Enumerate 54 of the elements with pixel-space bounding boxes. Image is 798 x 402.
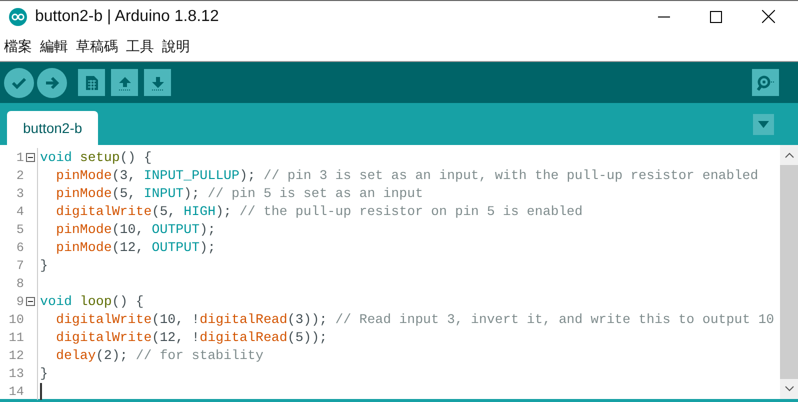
file-tab[interactable]: button2-b — [7, 111, 98, 145]
magnifier-icon — [756, 74, 776, 92]
arrow-right-icon — [44, 74, 60, 90]
code-line: digitalWrite(5, HIGH); // the pull-up resistor on pin 5 is enabled — [54, 204, 583, 218]
line-number: 4 — [15, 204, 24, 218]
line-number: 14 — [8, 384, 24, 398]
line-number: 2 — [15, 168, 24, 182]
code-line: digitalWrite(10, !digitalRead(3)); // Read input 3, invert it, and write this to output 10 — [54, 312, 774, 326]
line-number: 5 — [15, 222, 24, 236]
menu-item[interactable]: 檔案 — [4, 38, 32, 56]
window-title: button2-b | Arduino 1.8.12 — [35, 8, 220, 26]
scroll-up-icon[interactable] — [784, 152, 794, 158]
line-number: 6 — [15, 240, 24, 254]
line-number: 1 — [15, 150, 24, 164]
line-number: 7 — [15, 258, 24, 272]
code-line: } — [40, 366, 48, 380]
scroll-down-icon[interactable] — [784, 386, 794, 392]
save-button[interactable] — [144, 69, 171, 96]
tab-menu-button[interactable] — [753, 114, 774, 134]
menu-item[interactable]: 說明 — [162, 38, 190, 56]
code-line: pinMode(10, OUTPUT); — [54, 222, 216, 236]
menu-item[interactable]: 編輯 — [40, 38, 68, 56]
line-number: 13 — [8, 366, 24, 380]
code-line: pinMode(3, INPUT_PULLUP); // pin 3 is set as an input, with the pull-up resistor enabled — [54, 168, 758, 182]
close-icon — [762, 10, 774, 23]
document-icon — [84, 74, 98, 90]
verify-button[interactable] — [4, 68, 34, 98]
maximize-icon — [710, 10, 722, 22]
fold-icon[interactable] — [26, 152, 35, 162]
arrow-down-icon — [150, 74, 166, 90]
line-number: 3 — [15, 186, 24, 200]
menu-item[interactable]: 草稿碼 — [76, 38, 118, 56]
caret-down-icon — [758, 120, 769, 128]
code-line: digitalWrite(12, !digitalRead(5)); — [54, 330, 328, 344]
code-line: void loop() { — [40, 294, 144, 308]
code-line: } — [40, 258, 48, 272]
code-line: delay(2); // for stability — [54, 348, 264, 362]
line-number: 12 — [8, 348, 24, 362]
serial-monitor-button[interactable] — [752, 69, 779, 96]
line-number: 10 — [8, 312, 24, 326]
scrollbar[interactable] — [780, 145, 798, 399]
new-button[interactable] — [78, 69, 105, 96]
menu-item[interactable]: 工具 — [126, 38, 154, 56]
fold-icon[interactable] — [26, 296, 35, 306]
line-number: 11 — [8, 330, 24, 344]
code-line: void setup() { — [40, 150, 152, 164]
app-logo-icon — [9, 8, 27, 26]
line-number: 8 — [15, 276, 24, 290]
upload-button[interactable] — [37, 68, 67, 98]
code-line: pinMode(5, INPUT); // pin 5 is set as an input — [54, 186, 424, 200]
arrow-up-icon — [116, 74, 132, 90]
code-line: pinMode(12, OUTPUT); — [54, 240, 216, 254]
line-number: 9 — [15, 294, 24, 308]
open-button[interactable] — [111, 69, 138, 96]
